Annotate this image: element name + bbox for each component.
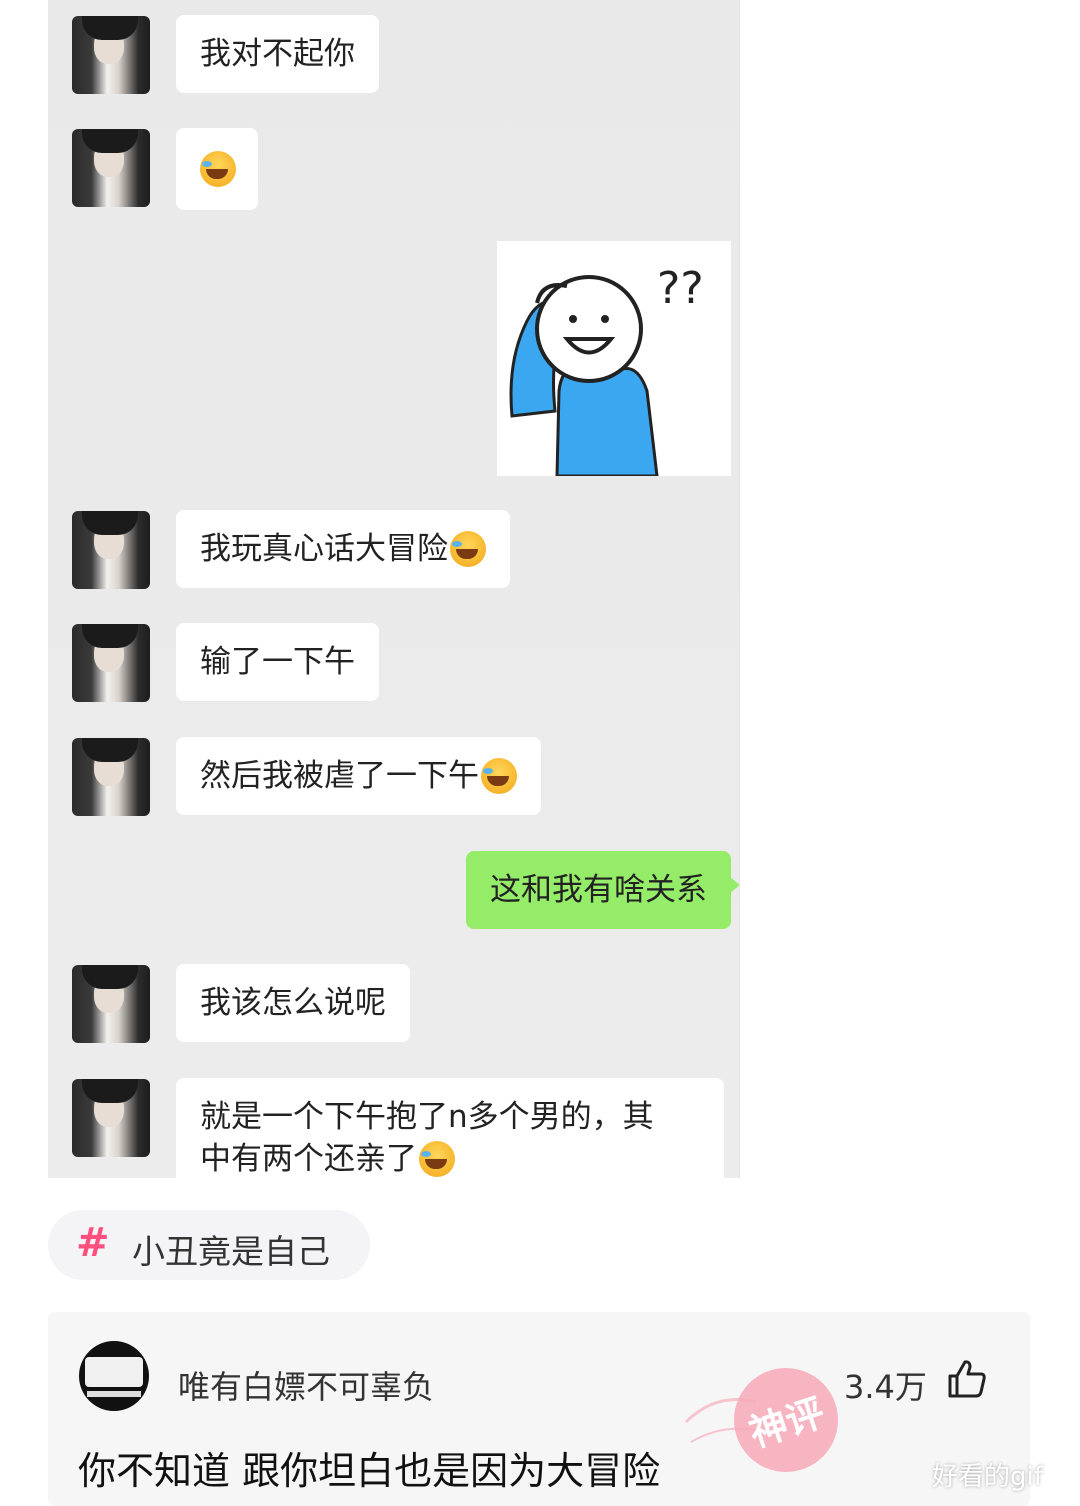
- message-bubble: 输了一下午: [176, 623, 379, 701]
- message-bubble: 我该怎么说呢: [176, 964, 410, 1042]
- hashtag-icon: #: [76, 1220, 110, 1266]
- topic-tag[interactable]: # 小丑竟是自己: [48, 1210, 370, 1280]
- watermark: 好看的gif: [932, 1462, 1043, 1492]
- comment-text: 你不知道 跟你坦白也是因为大冒险: [78, 1449, 661, 1493]
- laugh-cry-emoji-icon: [450, 531, 486, 567]
- contact-avatar[interactable]: [72, 511, 150, 589]
- featured-comment-badge: 神评: [676, 1362, 846, 1486]
- contact-avatar[interactable]: [72, 738, 150, 816]
- message-text: 我该怎么说呢: [200, 985, 386, 1021]
- commenter-avatar[interactable]: [79, 1341, 149, 1411]
- message-bubble: 就是一个下午抱了n多个男的，其 中有两个还亲了: [176, 1078, 724, 1178]
- thumbs-up-icon: [948, 1360, 986, 1398]
- scratching-head-sticker-icon: ??: [509, 263, 704, 478]
- message-text-line: 就是一个下午抱了n多个男的，其: [200, 1099, 654, 1135]
- chat-screenshot: 我对不起你 ?? 我玩真心话大冒险 输了一下午 然后我被虐了一下午 这和我有啥关…: [48, 0, 740, 1178]
- message-bubble: [176, 128, 258, 210]
- commenter-username[interactable]: 唯有白嫖不可辜负: [178, 1362, 434, 1408]
- top-comment-card: 唯有白嫖不可辜负 神评 3.4万 你不知道 跟你坦白也是因为大冒险: [48, 1312, 1030, 1506]
- contact-avatar[interactable]: [72, 624, 150, 702]
- message-bubble: 然后我被虐了一下午: [176, 737, 541, 815]
- contact-avatar[interactable]: [72, 16, 150, 94]
- my-message-bubble: 这和我有啥关系: [466, 851, 739, 929]
- message-bubble: 我对不起你: [176, 15, 379, 93]
- laugh-cry-emoji-icon: [419, 1141, 455, 1177]
- message-text: 这和我有啥关系: [490, 872, 707, 908]
- laugh-cry-emoji-icon: [481, 758, 517, 794]
- like-count: 3.4万: [844, 1368, 927, 1406]
- message-text: 我对不起你: [200, 36, 355, 72]
- question-marks: ??: [657, 263, 704, 314]
- confused-sticker[interactable]: ??: [497, 241, 731, 478]
- contact-avatar[interactable]: [72, 129, 150, 207]
- contact-avatar[interactable]: [72, 965, 150, 1043]
- topic-label: 小丑竟是自己: [132, 1232, 330, 1271]
- message-text: 我玩真心话大冒险: [200, 531, 448, 567]
- message-text-line: 中有两个还亲了: [200, 1138, 700, 1178]
- laugh-cry-emoji-icon: [200, 151, 236, 187]
- contact-avatar[interactable]: [72, 1079, 150, 1157]
- message-text: 输了一下午: [200, 644, 355, 680]
- god-comment-stamp-icon: 神评: [684, 1368, 838, 1472]
- message-text: 然后我被虐了一下午: [200, 758, 479, 794]
- message-bubble: 我玩真心话大冒险: [176, 510, 510, 588]
- like-button[interactable]: [946, 1358, 988, 1404]
